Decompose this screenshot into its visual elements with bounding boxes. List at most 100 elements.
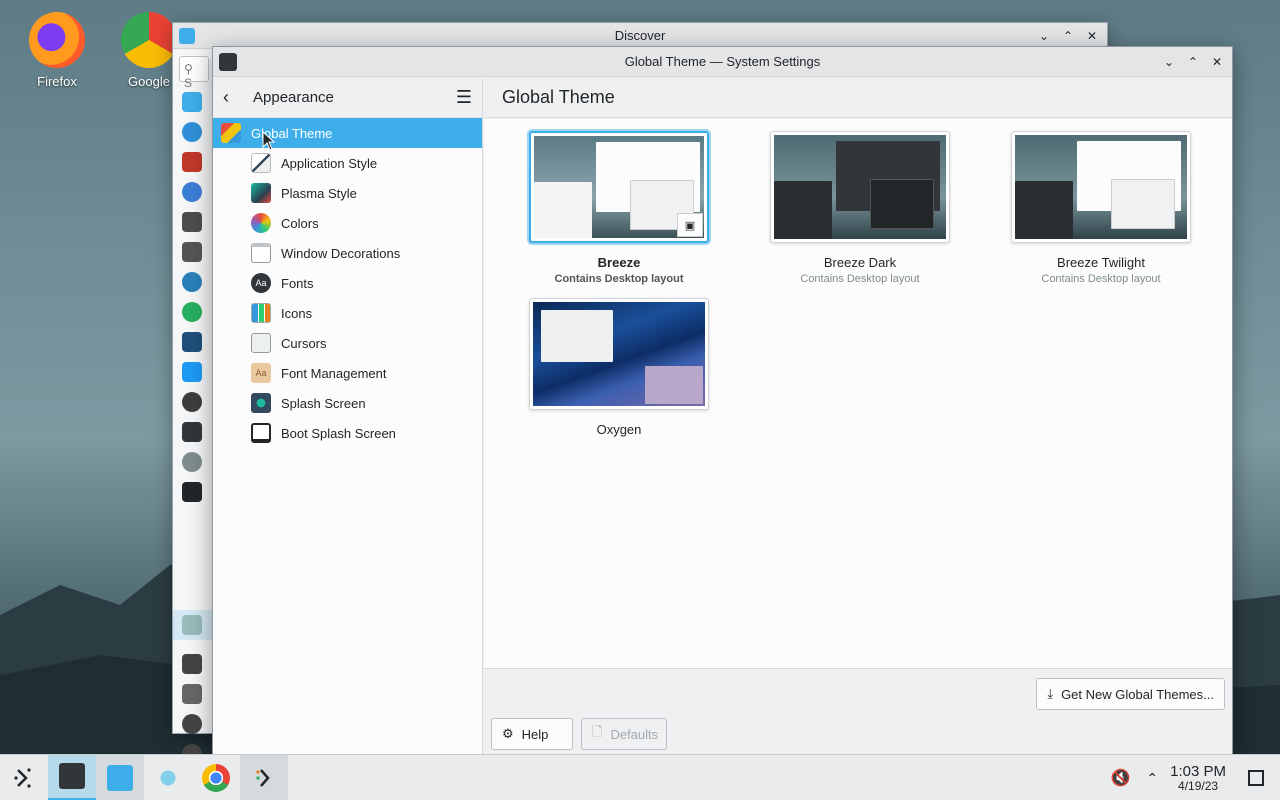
- back-arrow-icon[interactable]: ‹: [223, 87, 241, 108]
- icons-icon: [251, 303, 271, 323]
- sidebar-item-colors[interactable]: Colors: [213, 208, 482, 238]
- show-desktop-icon[interactable]: [1248, 770, 1264, 786]
- coral-icon: [155, 764, 181, 791]
- games-icon[interactable]: [182, 242, 202, 262]
- installed-icon[interactable]: [182, 654, 202, 674]
- defaults-button[interactable]: 🗋 Defaults: [581, 718, 667, 750]
- theme-name: Breeze Twilight: [1057, 255, 1145, 270]
- system-tray: 🔇 ⌃ 1:03 PM 4/19/23: [1110, 755, 1280, 800]
- theme-card-breeze-dark[interactable]: Breeze Dark Contains Desktop layout: [770, 131, 950, 285]
- sidebar-item-application-style[interactable]: Application Style: [213, 148, 482, 178]
- office-icon[interactable]: [182, 152, 202, 172]
- taskbar-system-settings[interactable]: [48, 754, 96, 800]
- theme-name: Breeze: [597, 255, 641, 270]
- discover-search-placeholder: S: [184, 76, 193, 90]
- theme-subtitle: Contains Desktop layout: [800, 273, 920, 285]
- theme-preview[interactable]: ▣: [529, 131, 709, 243]
- theme-subtitle: Contains Desktop layout: [1041, 273, 1161, 285]
- sidebar-item-label: Cursors: [281, 335, 327, 351]
- edit-image-icon[interactable]: ▣: [677, 213, 703, 237]
- theme-preview[interactable]: [770, 131, 950, 243]
- theme-card-oxygen[interactable]: Oxygen: [529, 298, 709, 437]
- sidebar-item-boot-splash-screen[interactable]: Boot Splash Screen: [213, 418, 482, 448]
- tray-expand-icon[interactable]: ⌃: [1146, 770, 1158, 787]
- sidebar-section-title: Appearance: [253, 89, 334, 106]
- sidebar-item-splash-screen[interactable]: Splash Screen: [213, 388, 482, 418]
- close-icon[interactable]: ✕: [1208, 53, 1226, 71]
- discover-app-icon: [179, 27, 195, 44]
- desktop-icon-label: Google: [128, 74, 170, 89]
- development-icon[interactable]: [182, 182, 202, 202]
- close-icon[interactable]: ✕: [1083, 27, 1101, 45]
- hamburger-menu-icon[interactable]: ☰: [456, 87, 472, 108]
- plasma-addons-icon[interactable]: [182, 482, 202, 502]
- internet-icon[interactable]: [182, 302, 202, 322]
- settings-sliders-icon[interactable]: [182, 684, 202, 704]
- graphics-icon[interactable]: [182, 272, 202, 292]
- plasma-style-icon: [251, 183, 271, 203]
- discover-sidebar: ⚲ S: [173, 50, 213, 764]
- sidebar-item-icons[interactable]: Icons: [213, 298, 482, 328]
- cursors-icon: [251, 333, 271, 353]
- sidebar-header: ‹ Appearance ☰: [213, 78, 482, 118]
- settings-window-title: Global Theme — System Settings: [624, 54, 821, 69]
- sidebar-item-plasma-style[interactable]: Plasma Style: [213, 178, 482, 208]
- multimedia-icon[interactable]: [182, 332, 202, 352]
- sidebar-item-cursors[interactable]: Cursors: [213, 328, 482, 358]
- theme-preview[interactable]: [529, 298, 709, 410]
- science-icon[interactable]: [182, 392, 202, 412]
- application-style-icon: [251, 153, 271, 173]
- global-theme-icon: [221, 123, 241, 143]
- get-new-global-themes-button[interactable]: ⤓ Get New Global Themes...: [1036, 678, 1225, 710]
- discover-search-input[interactable]: ⚲ S: [179, 56, 209, 90]
- productivity-icon[interactable]: [182, 362, 202, 382]
- accessibility-icon[interactable]: [182, 122, 202, 142]
- system-settings-window[interactable]: Global Theme — System Settings ⌄ ⌃ ✕ ‹ A…: [212, 46, 1233, 756]
- theme-card-breeze-twilight[interactable]: Breeze Twilight Contains Desktop layout: [1011, 131, 1191, 285]
- clock[interactable]: 1:03 PM 4/19/23: [1170, 764, 1226, 792]
- sidebar-item-global-theme[interactable]: Global Theme: [213, 118, 482, 148]
- more-icon[interactable]: [182, 452, 202, 472]
- volume-muted-icon[interactable]: 🔇: [1110, 768, 1130, 788]
- firefox-icon: [29, 12, 85, 68]
- discover-icon: [107, 764, 133, 791]
- settings-sidebar: ‹ Appearance ☰ Global Theme Application …: [213, 78, 483, 755]
- maximize-icon[interactable]: ⌃: [1184, 53, 1202, 71]
- theme-card-breeze[interactable]: ▣ Breeze Contains Desktop layout: [529, 131, 709, 285]
- taskbar-app-coral[interactable]: [144, 755, 192, 800]
- settings-titlebar[interactable]: Global Theme — System Settings ⌄ ⌃ ✕: [213, 47, 1232, 77]
- taskbar-chrome[interactable]: [192, 755, 240, 800]
- all-applications-icon[interactable]: [182, 92, 202, 112]
- minimize-icon[interactable]: ⌄: [1160, 53, 1178, 71]
- sidebar-item-fonts[interactable]: Aa Fonts: [213, 268, 482, 298]
- desktop-icon-firefox[interactable]: Firefox: [12, 12, 102, 89]
- maximize-icon[interactable]: ⌃: [1059, 27, 1077, 45]
- theme-subtitle: Contains Desktop layout: [554, 273, 684, 285]
- download-icon: ⤓: [1047, 686, 1054, 701]
- home-icon: [182, 615, 202, 635]
- help-icon: ⚙: [502, 726, 514, 741]
- taskbar-plasma-addons[interactable]: [240, 754, 288, 800]
- sidebar-item-label: Splash Screen: [281, 395, 366, 411]
- discover-home-item[interactable]: [173, 610, 213, 640]
- education-icon[interactable]: [182, 212, 202, 232]
- application-launcher[interactable]: [0, 755, 48, 800]
- help-button[interactable]: ⚙ Help: [491, 718, 573, 750]
- about-icon[interactable]: [182, 714, 202, 734]
- system-settings-icon[interactable]: [182, 422, 202, 442]
- help-label: Help: [521, 726, 549, 742]
- sidebar-item-label: Colors: [281, 215, 319, 231]
- theme-preview[interactable]: [1011, 131, 1191, 243]
- clock-date: 4/19/23: [1178, 778, 1219, 793]
- colors-icon: [251, 213, 271, 233]
- chrome-icon: [202, 763, 230, 792]
- page-title: Global Theme: [484, 78, 1232, 118]
- font-management-icon: Aa: [251, 363, 271, 383]
- taskbar: 🔇 ⌃ 1:03 PM 4/19/23: [0, 754, 1280, 800]
- sidebar-item-window-decorations[interactable]: Window Decorations: [213, 238, 482, 268]
- window-decorations-icon: [251, 243, 271, 263]
- sidebar-item-font-management[interactable]: Aa Font Management: [213, 358, 482, 388]
- minimize-icon[interactable]: ⌄: [1035, 27, 1053, 45]
- chrome-icon: [121, 12, 177, 68]
- taskbar-discover[interactable]: [96, 754, 144, 800]
